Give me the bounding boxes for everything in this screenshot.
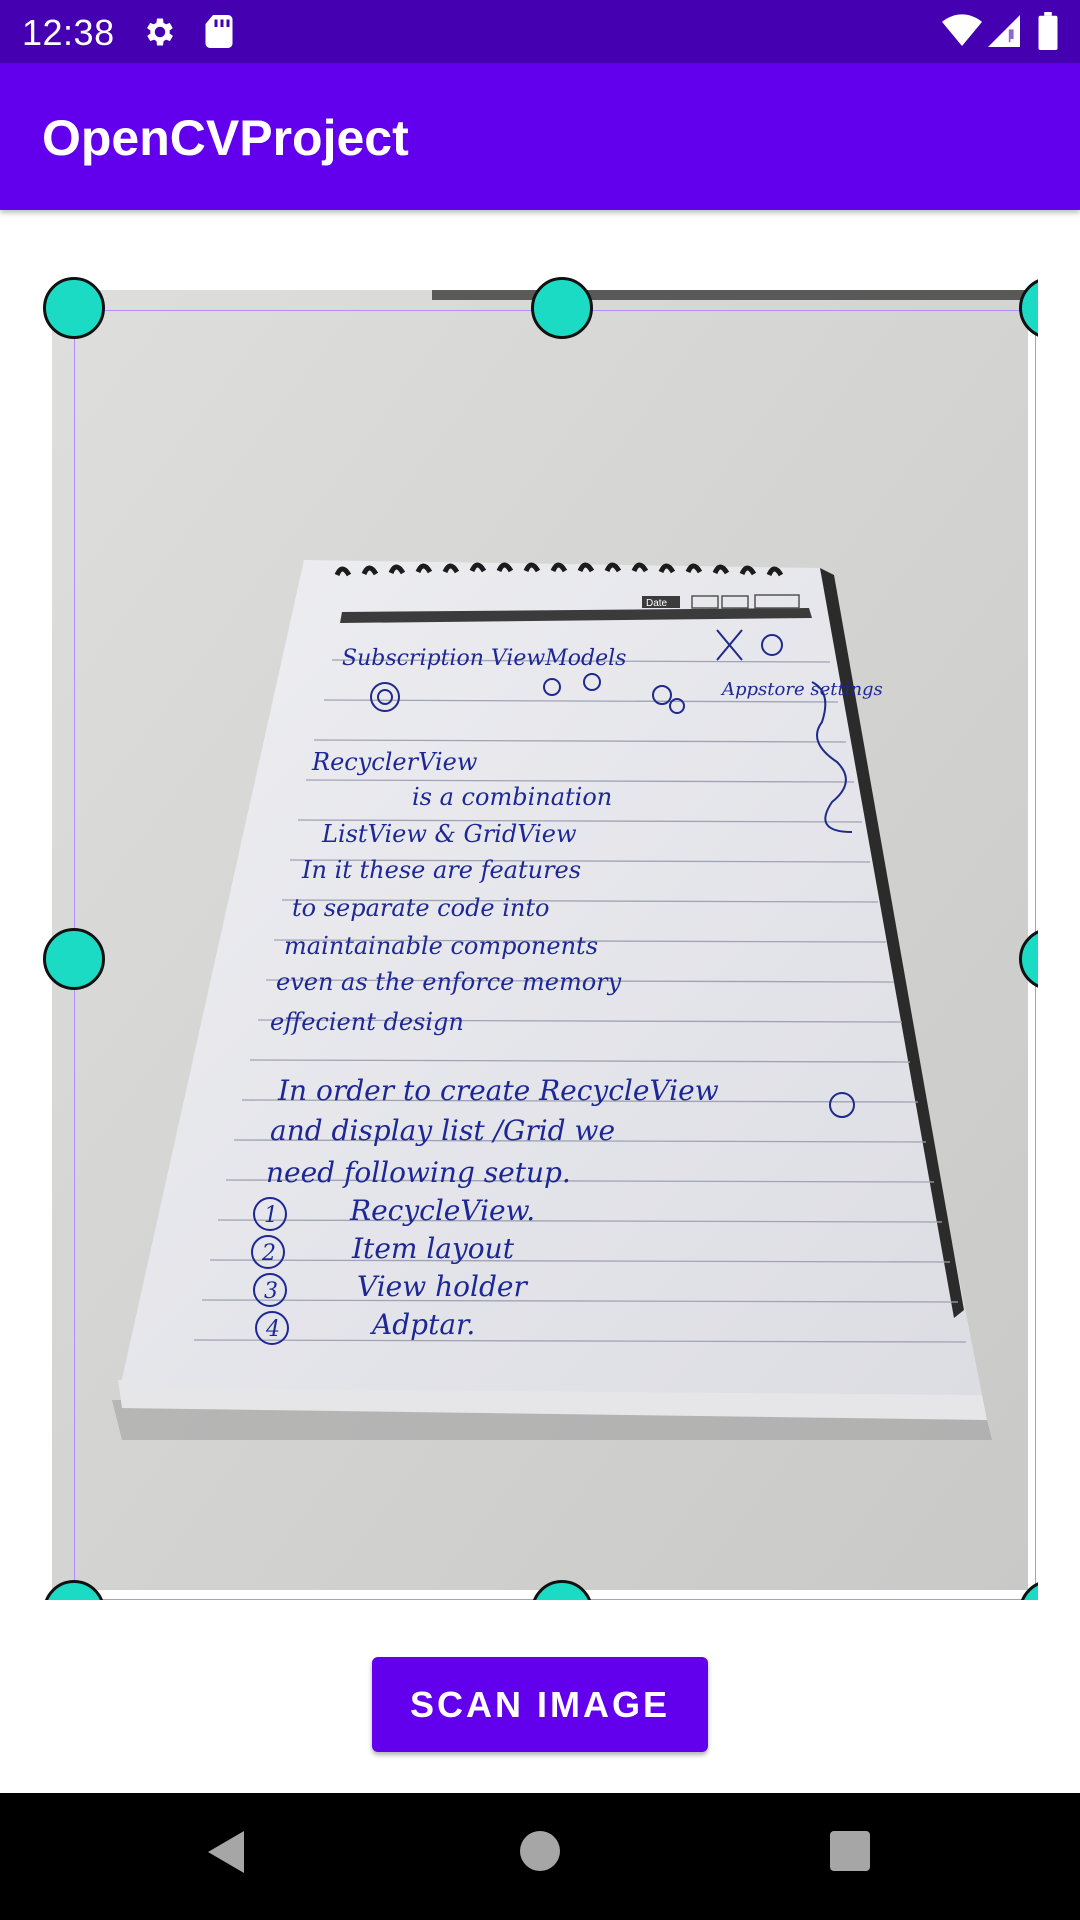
crop-handle-top-right[interactable] (1019, 277, 1038, 339)
crop-handles (0, 270, 1038, 1600)
status-time: 12:38 (22, 12, 115, 53)
signal-icon (988, 15, 1020, 47)
crop-handle-top-left[interactable] (43, 277, 105, 339)
app-title: OpenCVProject (42, 110, 409, 166)
crop-handle-bottom-right[interactable] (1019, 1580, 1038, 1600)
navigation-bar (0, 1793, 1080, 1920)
recents-icon[interactable] (830, 1831, 870, 1871)
crop-handle-bottom-center[interactable] (531, 1580, 593, 1600)
scan-image-button[interactable]: SCAN IMAGE (372, 1657, 708, 1752)
crop-handle-bottom-left[interactable] (43, 1580, 105, 1600)
battery-icon (1038, 12, 1058, 50)
back-icon[interactable] (204, 1827, 250, 1877)
crop-handle-middle-left[interactable] (43, 928, 105, 990)
crop-handle-middle-right[interactable] (1019, 928, 1038, 990)
sd-card-icon (205, 15, 233, 48)
gear-icon (147, 18, 173, 46)
wifi-icon (942, 14, 982, 47)
home-icon[interactable] (520, 1831, 560, 1871)
status-bar: 12:38 (0, 0, 1080, 63)
crop-handle-top-center[interactable] (531, 277, 593, 339)
app-bar: OpenCVProject (0, 63, 1080, 210)
